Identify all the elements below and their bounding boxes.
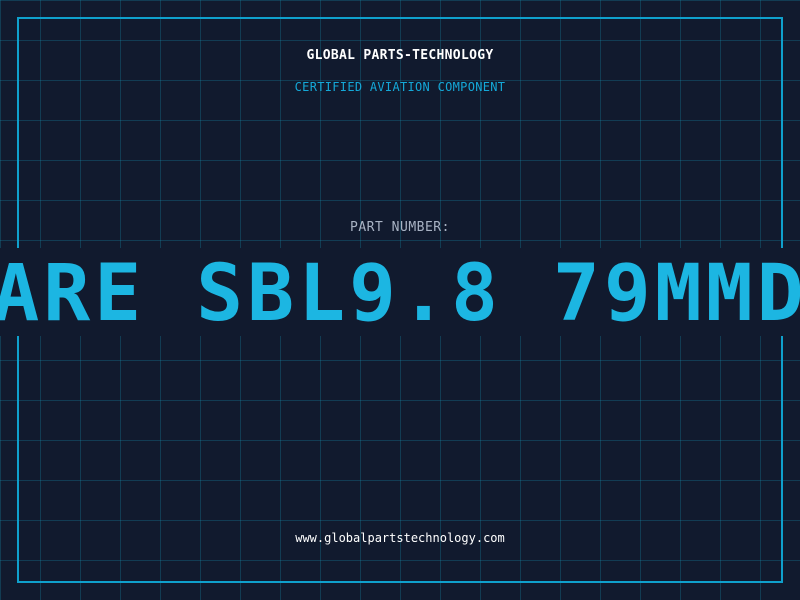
brand-name: GLOBAL PARTS-TECHNOLOGY	[306, 48, 494, 63]
website-link[interactable]: www.globalpartstechnology.com	[0, 531, 800, 545]
part-number-label: PART NUMBER:	[350, 220, 450, 235]
certification-tagline: CERTIFIED AVIATION COMPONENT	[294, 80, 506, 94]
part-number-value: UARE SBL9.8 79MMDI	[0, 249, 800, 336]
part-number-band: UARE SBL9.8 79MMDI	[0, 248, 800, 336]
product-card: GLOBAL PARTS-TECHNOLOGY CERTIFIED AVIATI…	[0, 0, 800, 600]
